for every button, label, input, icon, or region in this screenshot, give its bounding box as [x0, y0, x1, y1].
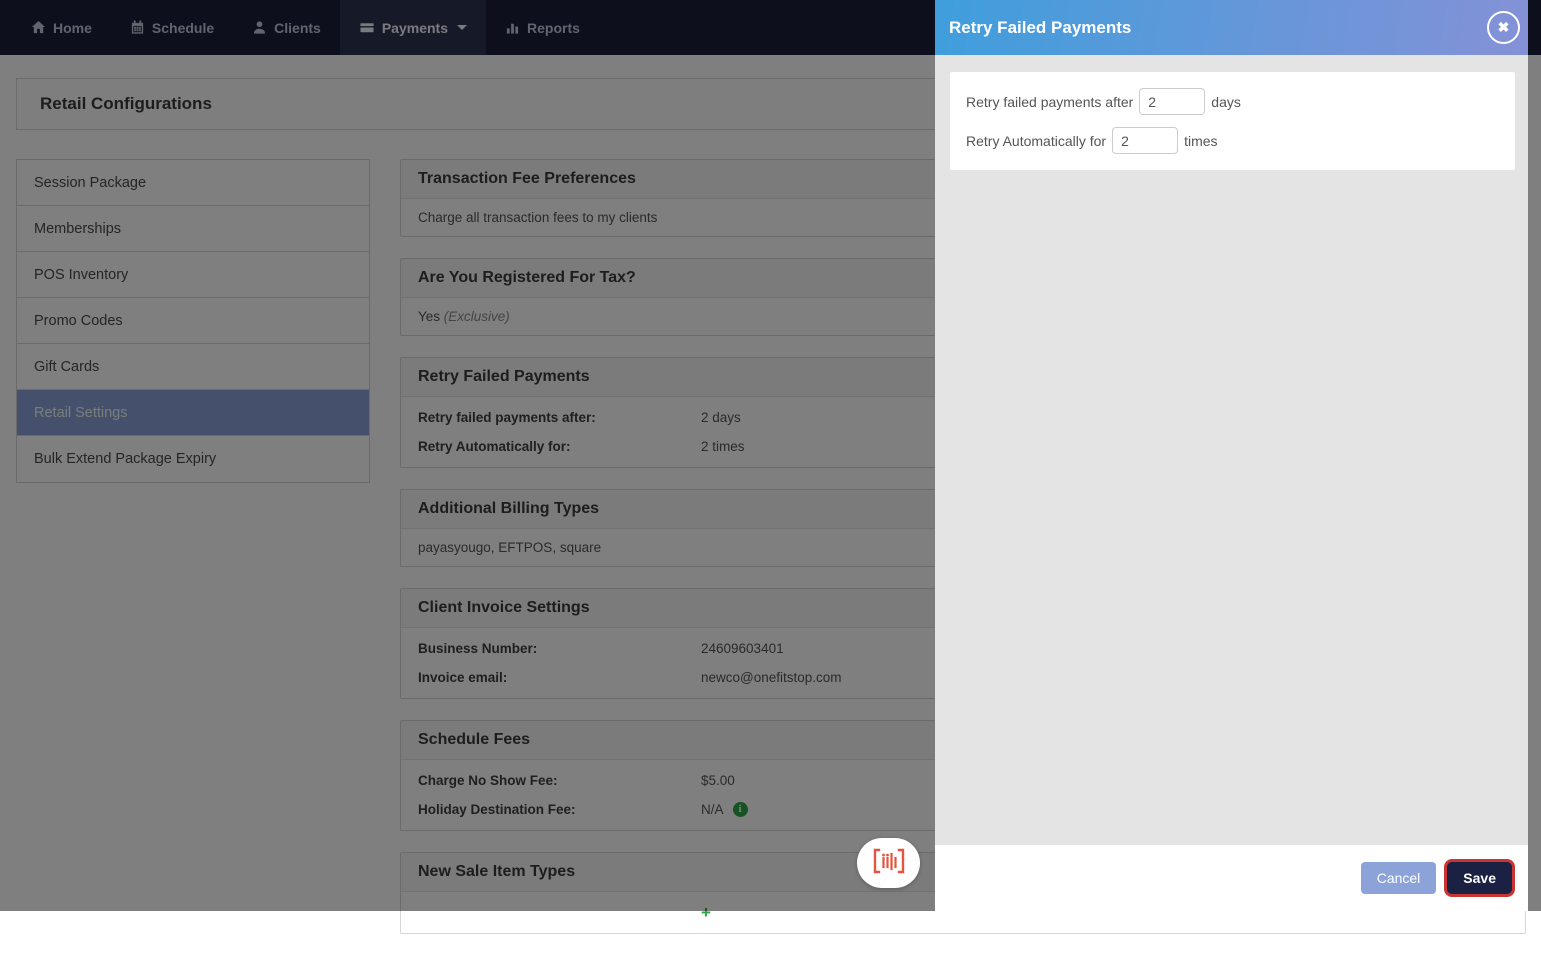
save-button[interactable]: Save — [1447, 862, 1512, 894]
retry-after-suffix: days — [1211, 94, 1241, 110]
cancel-button[interactable]: Cancel — [1361, 862, 1437, 894]
retry-after-days-input[interactable] — [1139, 88, 1205, 115]
retry-after-field-row: Retry failed payments after days — [966, 88, 1499, 115]
retry-failed-payments-modal: Retry Failed Payments ✖ Retry failed pay… — [935, 0, 1528, 911]
modal-body: Retry failed payments after days Retry A… — [935, 55, 1528, 845]
retry-times-label: Retry Automatically for — [966, 133, 1106, 149]
modal-form-card: Retry failed payments after days Retry A… — [950, 72, 1515, 170]
retry-times-suffix: times — [1184, 133, 1217, 149]
retry-times-input[interactable] — [1112, 127, 1178, 154]
modal-title: Retry Failed Payments — [949, 18, 1131, 38]
retry-after-label: Retry failed payments after — [966, 94, 1133, 110]
modal-header: Retry Failed Payments ✖ — [935, 0, 1528, 55]
barcode-scan-icon — [871, 847, 907, 880]
close-icon[interactable]: ✖ — [1487, 11, 1520, 44]
modal-footer: Cancel Save — [935, 845, 1528, 911]
barcode-scan-button[interactable] — [857, 838, 920, 888]
retry-times-field-row: Retry Automatically for times — [966, 127, 1499, 154]
